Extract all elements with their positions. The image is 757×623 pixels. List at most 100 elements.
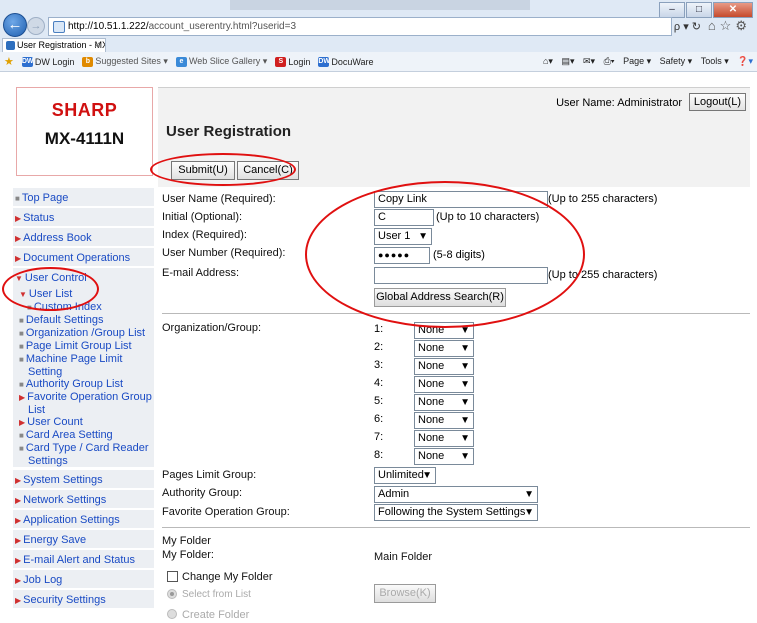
sidebar-item-job-log[interactable]: ▶ Job Log (13, 570, 154, 590)
favorite-web-slice-gallery[interactable]: e Web Slice Gallery ▾ (175, 56, 267, 67)
window-controls: – □ ✕ (659, 2, 753, 18)
chevron-down-icon: ▼ (460, 379, 470, 390)
organization-group-label: Organization/Group: (162, 322, 262, 334)
tab-strip: User Registration - MX-411... ✕ (0, 38, 757, 52)
search-refresh-icons[interactable]: ρ ▾ ↻ (674, 20, 701, 33)
print-icon[interactable]: ⎙▾ (604, 56, 615, 66)
submit-button[interactable]: Submit(U) (171, 161, 235, 180)
sidebar-item-default-settings[interactable]: ■ Default Settings (13, 314, 154, 327)
sidebar-item-card-type-card-reader-settings[interactable]: ■ Card Type / Card Reader Settings (13, 442, 154, 469)
maximize-button[interactable]: □ (686, 2, 712, 18)
favorite-dw-login[interactable]: DW DW Login (21, 56, 74, 67)
email-input[interactable] (374, 267, 548, 284)
email-hint: (Up to 255 characters) (548, 269, 658, 281)
my-folder-section-title: My Folder (162, 535, 211, 547)
page-content: SHARP MX-4111N User Name: Administrator … (0, 73, 757, 623)
initial-input[interactable]: C (374, 209, 434, 226)
model-name: MX-4111N (44, 129, 125, 148)
safety-menu[interactable]: Safety ▾ (660, 56, 693, 66)
sidebar-item-email-alert-status[interactable]: ▶ E-mail Alert and Status (13, 550, 154, 570)
sidebar-item-custom-index[interactable]: ■ Custom Index (13, 301, 154, 314)
favorite-login[interactable]: S Login (275, 56, 310, 67)
sidebar-item-application-settings[interactable]: ▶ Application Settings (13, 510, 154, 530)
user-name-hint: (Up to 255 characters) (548, 193, 658, 205)
sidebar-item-user-list[interactable]: ▼ User List (13, 288, 154, 301)
forward-button[interactable]: → (27, 17, 45, 35)
sidebar-item-network-settings[interactable]: ▶ Network Settings (13, 490, 154, 510)
sidebar-item-address-book[interactable]: ▶ Address Book (13, 228, 154, 248)
home-star-gear-icons[interactable]: ⌂☆⚙ (708, 18, 751, 34)
organization-group-number: 2: (374, 341, 384, 353)
sidebar-item-machine-page-limit-setting[interactable]: ■ Machine Page Limit Setting (13, 353, 154, 378)
pages-limit-group-select[interactable]: Unlimited ▼ (374, 467, 436, 484)
minimize-button[interactable]: – (659, 2, 685, 18)
page-icon (53, 20, 65, 33)
organization-group-select[interactable]: None ▼ (414, 430, 474, 447)
chevron-down-icon: ▼ (460, 343, 470, 354)
tab-icon (6, 41, 15, 50)
create-folder-radio[interactable] (167, 609, 177, 619)
organization-group-select[interactable]: None ▼ (414, 322, 474, 339)
chevron-down-icon: ▼ (460, 325, 470, 336)
organization-group-number: 5: (374, 395, 384, 407)
global-address-search-button[interactable]: Global Address Search(R) (374, 288, 506, 307)
chevron-down-icon: ▼ (460, 433, 470, 444)
sidebar-item-page-limit-group-list[interactable]: ■ Page Limit Group List (13, 340, 154, 353)
create-folder-label: Create Folder (182, 609, 250, 621)
logout-button[interactable]: Logout(L) (688, 93, 746, 111)
index-select[interactable]: User 1 ▼ (374, 228, 432, 245)
divider (162, 527, 750, 528)
organization-group-select[interactable]: None ▼ (414, 448, 474, 465)
header-panel: User Name: Administrator Logout(L) User … (158, 87, 750, 187)
favorite-operation-group-label: Favorite Operation Group: (162, 506, 290, 518)
page-menu[interactable]: Page ▾ (623, 56, 651, 66)
favorite-docuware[interactable]: DW DocuWare (318, 56, 374, 67)
feeds-icon[interactable]: ▤▾ (561, 56, 574, 66)
organization-group-number: 4: (374, 377, 384, 389)
organization-group-select[interactable]: None ▼ (414, 412, 474, 429)
sidebar-item-document-operations[interactable]: ▶ Document Operations (13, 248, 154, 268)
chevron-down-icon: ▼ (460, 415, 470, 426)
email-field-label: E-mail Address: (162, 267, 240, 279)
sidebar-item-system-settings[interactable]: ▶ System Settings (13, 470, 154, 490)
favorite-suggested-sites[interactable]: b Suggested Sites ▾ (82, 56, 168, 67)
sidebar-item-user-count[interactable]: ▶ User Count (13, 416, 154, 429)
close-window-button[interactable]: ✕ (713, 2, 753, 18)
sidebar-item-organization-group-list[interactable]: ■ Organization /Group List (13, 327, 154, 340)
url-text: http://10.51.1.222/account_userentry.htm… (68, 21, 297, 32)
organization-group-select[interactable]: None ▼ (414, 340, 474, 357)
chevron-down-icon: ▼ (460, 451, 470, 462)
tools-menu[interactable]: Tools ▾ (701, 56, 729, 66)
sidebar-item-authority-group-list[interactable]: ■ Authority Group List (13, 378, 154, 391)
browser-tab[interactable]: User Registration - MX-411... ✕ (2, 38, 106, 52)
help-icon[interactable]: ❓▾ (737, 56, 753, 66)
change-my-folder-checkbox[interactable] (167, 571, 178, 582)
address-bar[interactable]: http://10.51.1.222/account_userentry.htm… (48, 17, 672, 36)
sidebar-item-favorite-operation-group-list[interactable]: ▶ Favorite Operation Group List (13, 391, 154, 416)
sidebar-item-security-settings[interactable]: ▶ Security Settings (13, 590, 154, 610)
page-title: User Registration (166, 123, 292, 140)
organization-group-select[interactable]: None ▼ (414, 358, 474, 375)
organization-group-select[interactable]: None ▼ (414, 394, 474, 411)
home-icon[interactable]: ⌂▾ (543, 56, 553, 66)
my-folder-label: My Folder: (162, 549, 214, 561)
brand-logo: SHARP (51, 100, 118, 120)
organization-group-select[interactable]: None ▼ (414, 376, 474, 393)
user-name-input[interactable]: Copy Link (374, 191, 548, 208)
mail-icon[interactable]: ✉▾ (583, 56, 595, 66)
tab-close-icon[interactable]: ✕ (93, 39, 101, 52)
favorite-operation-group-select[interactable]: Following the System Settings ▼ (374, 504, 538, 521)
select-from-list-radio[interactable] (167, 589, 177, 599)
back-button[interactable]: ← (3, 13, 27, 37)
sidebar-item-status[interactable]: ▶ Status (13, 208, 154, 228)
cancel-button[interactable]: Cancel(C) (237, 161, 299, 180)
user-number-input[interactable]: ●●●●● (374, 247, 430, 264)
sidebar-item-user-control[interactable]: ▼ User Control (13, 268, 154, 288)
sidebar-item-energy-save[interactable]: ▶ Energy Save (13, 530, 154, 550)
favorites-star-icon[interactable]: ★ (4, 55, 14, 68)
chevron-down-icon: ▼ (422, 470, 432, 481)
sidebar-item-card-area-setting[interactable]: ■ Card Area Setting (13, 429, 154, 442)
sidebar-item-top-page[interactable]: ■ Top Page (13, 188, 154, 208)
browse-button[interactable]: Browse(K) (374, 584, 436, 603)
authority-group-select[interactable]: Admin ▼ (374, 486, 538, 503)
